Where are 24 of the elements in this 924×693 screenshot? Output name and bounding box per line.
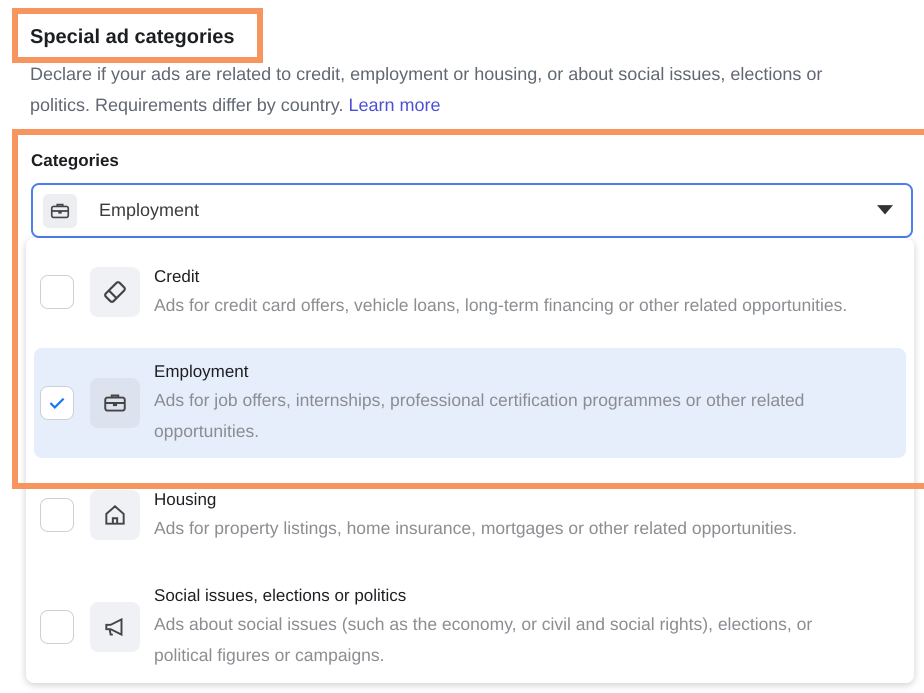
option-description: Ads for job offers, internships, professional certification programmes or other related opportunities.: [154, 389, 806, 443]
learn-more-link[interactable]: Learn more: [348, 95, 441, 115]
section-title: Special ad categories: [30, 26, 235, 49]
category-option[interactable]: Social issues, elections or politics Ads about social issues (such as the economy, or civil and social rights), elections, or political figures or campaigns.: [34, 572, 906, 682]
option-title: Credit: [154, 266, 200, 288]
option-description: Ads about social issues (such as the economy, or civil and social rights), elections, or political figures or campaigns.: [154, 613, 814, 667]
checkbox[interactable]: [40, 275, 74, 309]
caret-icon: [877, 205, 893, 216]
option-description: Ads for credit card offers, vehicle loans, long-term financing or other related opportunities.: [154, 294, 848, 317]
select-value: Employment: [99, 200, 200, 221]
option-description: Ads for property listings, home insurance, mortgages or other related opportunities.: [154, 516, 798, 540]
option-title: Social issues, elections or politics: [154, 585, 408, 607]
field-label: Categories: [31, 151, 120, 171]
category-select[interactable]: Employment: [31, 183, 913, 238]
category-option[interactable]: Employment Ads for job offers, internships, professional certification programmes or other related opportunities.: [34, 348, 906, 458]
card-icon: [102, 279, 128, 305]
checkbox[interactable]: [40, 386, 74, 420]
option-title: Housing: [154, 488, 218, 510]
option-title: Employment: [154, 361, 250, 383]
category-option[interactable]: Credit Ads for credit card offers, vehicle loans, long-term financing or other related opportunities.: [34, 238, 906, 346]
checkbox[interactable]: [40, 610, 74, 644]
category-option[interactable]: Housing Ads for property listings, home insurance, mortgages or other related opportunities.: [34, 460, 906, 570]
checkbox[interactable]: [40, 498, 74, 532]
description-text: Declare if your ads are related to credit, employment or housing, or about social issues, elections or politics. Requirements differ by country. Learn more: [30, 63, 824, 117]
